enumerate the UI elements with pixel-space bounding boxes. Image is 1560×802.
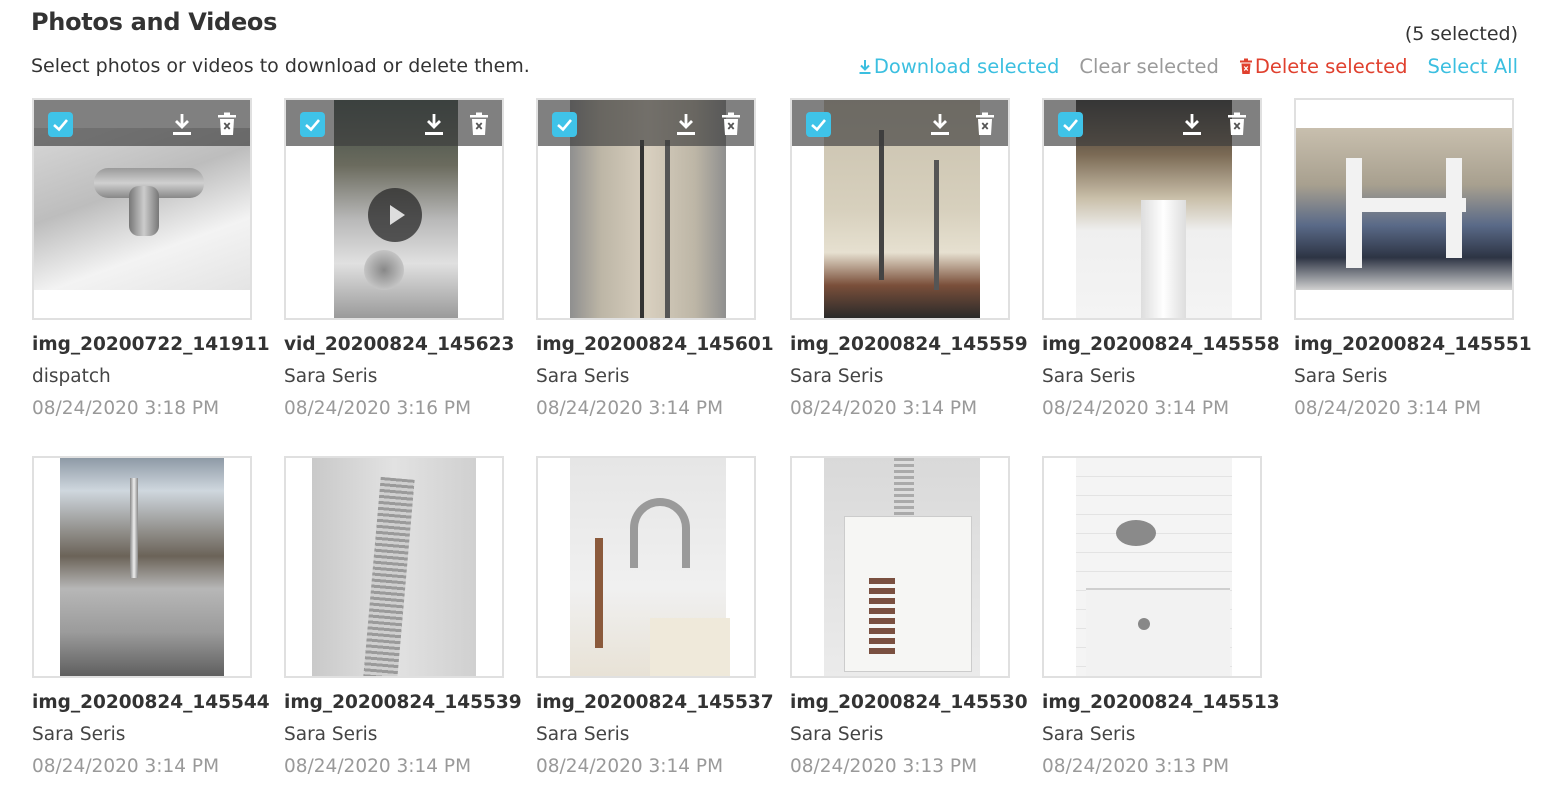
media-name: img_20200824_145558 bbox=[1042, 334, 1280, 355]
media-author: Sara Seris bbox=[1042, 366, 1136, 387]
media-thumbnail[interactable] bbox=[790, 456, 1010, 678]
download-icon[interactable] bbox=[675, 112, 697, 136]
download-icon[interactable] bbox=[1181, 112, 1203, 136]
clear-selected-button[interactable]: Clear selected bbox=[1079, 55, 1219, 78]
download-selected-button[interactable]: Download selected bbox=[858, 55, 1059, 78]
media-date: 08/24/2020 3:14 PM bbox=[32, 756, 220, 777]
media-date: 08/24/2020 3:14 PM bbox=[790, 398, 978, 419]
media-name: img_20200824_145551 bbox=[1294, 334, 1532, 355]
media-date: 08/24/2020 3:18 PM bbox=[32, 398, 220, 419]
media-author: Sara Seris bbox=[284, 366, 378, 387]
checkmark-icon bbox=[1063, 119, 1078, 132]
selected-count: (5 selected) bbox=[1404, 23, 1518, 45]
delete-selected-label: Delete selected bbox=[1254, 55, 1408, 78]
media-name: img_20200824_145544 bbox=[32, 692, 270, 713]
photo bbox=[1296, 128, 1512, 290]
media-tile: img_20200824_145539 Sara Seris 08/24/202… bbox=[284, 456, 522, 796]
media-author: Sara Seris bbox=[536, 366, 630, 387]
media-thumbnail[interactable] bbox=[1294, 98, 1514, 320]
media-tile: img_20200824_145558 Sara Seris 08/24/202… bbox=[1042, 98, 1280, 438]
media-name: vid_20200824_145623 bbox=[284, 334, 515, 355]
download-icon[interactable] bbox=[423, 112, 445, 136]
media-thumbnail[interactable] bbox=[536, 98, 756, 320]
media-tile: img_20200824_145513 Sara Seris 08/24/202… bbox=[1042, 456, 1280, 796]
media-tile: img_20200824_145559 Sara Seris 08/24/202… bbox=[790, 98, 1028, 438]
photo bbox=[570, 458, 730, 676]
download-selected-label: Download selected bbox=[873, 55, 1060, 78]
media-author: Sara Seris bbox=[32, 724, 126, 745]
checkbox-checked[interactable] bbox=[48, 112, 73, 137]
media-tile: img_20200824_145544 Sara Seris 08/24/202… bbox=[32, 456, 270, 796]
delete-selected-button[interactable]: Delete selected bbox=[1239, 55, 1408, 78]
checkbox-checked[interactable] bbox=[552, 112, 577, 137]
trash-icon[interactable] bbox=[217, 112, 237, 136]
media-tile: img_20200824_145601 Sara Seris 08/24/202… bbox=[536, 98, 774, 438]
media-thumbnail[interactable] bbox=[536, 456, 756, 678]
trash-icon[interactable] bbox=[975, 112, 995, 136]
photo bbox=[60, 458, 224, 676]
play-icon[interactable] bbox=[368, 188, 422, 242]
select-all-label: Select All bbox=[1427, 55, 1518, 78]
page-subtitle: Select photos or videos to download or d… bbox=[31, 55, 530, 77]
photo bbox=[34, 128, 250, 290]
checkmark-icon bbox=[557, 119, 572, 132]
media-tile: img_20200824_145551 Sara Seris 08/24/202… bbox=[1294, 98, 1532, 438]
checkmark-icon bbox=[53, 119, 68, 132]
checkbox-checked[interactable] bbox=[300, 112, 325, 137]
media-date: 08/24/2020 3:14 PM bbox=[284, 756, 472, 777]
checkbox-checked[interactable] bbox=[1058, 112, 1083, 137]
media-thumbnail[interactable] bbox=[32, 456, 252, 678]
trash-icon[interactable] bbox=[469, 112, 489, 136]
media-date: 08/24/2020 3:13 PM bbox=[1042, 756, 1230, 777]
media-date: 08/24/2020 3:14 PM bbox=[1294, 398, 1482, 419]
checkbox-checked[interactable] bbox=[806, 112, 831, 137]
media-tile: img_20200824_145537 Sara Seris 08/24/202… bbox=[536, 456, 774, 796]
photo bbox=[824, 458, 980, 676]
media-name: img_20200824_145537 bbox=[536, 692, 774, 713]
media-name: img_20200824_145513 bbox=[1042, 692, 1280, 713]
photo bbox=[1076, 458, 1232, 676]
page-title: Photos and Videos bbox=[31, 8, 278, 36]
media-name: img_20200824_145601 bbox=[536, 334, 774, 355]
media-date: 08/24/2020 3:14 PM bbox=[1042, 398, 1230, 419]
media-author: Sara Seris bbox=[1042, 724, 1136, 745]
media-name: img_20200824_145530 bbox=[790, 692, 1028, 713]
clear-selected-label: Clear selected bbox=[1079, 55, 1219, 78]
media-name: img_20200824_145559 bbox=[790, 334, 1028, 355]
media-date: 08/24/2020 3:16 PM bbox=[284, 398, 472, 419]
media-thumbnail[interactable] bbox=[1042, 456, 1262, 678]
media-date: 08/24/2020 3:14 PM bbox=[536, 756, 724, 777]
media-author: Sara Seris bbox=[536, 724, 630, 745]
checkmark-icon bbox=[305, 119, 320, 132]
media-tile: img_20200722_141911 dispatch 08/24/2020 … bbox=[32, 98, 270, 438]
media-thumbnail[interactable] bbox=[1042, 98, 1262, 320]
media-thumbnail[interactable] bbox=[790, 98, 1010, 320]
action-bar: Download selected Clear selected Delete … bbox=[858, 55, 1518, 78]
media-author: Sara Seris bbox=[1294, 366, 1388, 387]
trash-icon[interactable] bbox=[1227, 112, 1247, 136]
media-thumbnail[interactable] bbox=[284, 456, 504, 678]
checkmark-icon bbox=[811, 119, 826, 132]
media-author: Sara Seris bbox=[790, 366, 884, 387]
media-tile: img_20200824_145530 Sara Seris 08/24/202… bbox=[790, 456, 1028, 796]
media-thumbnail[interactable] bbox=[284, 98, 504, 320]
select-all-button[interactable]: Select All bbox=[1427, 55, 1518, 78]
download-icon[interactable] bbox=[171, 112, 193, 136]
media-author: Sara Seris bbox=[284, 724, 378, 745]
media-author: dispatch bbox=[32, 366, 111, 387]
media-thumbnail[interactable] bbox=[32, 98, 252, 320]
media-date: 08/24/2020 3:14 PM bbox=[536, 398, 724, 419]
media-author: Sara Seris bbox=[790, 724, 884, 745]
media-date: 08/24/2020 3:13 PM bbox=[790, 756, 978, 777]
photo bbox=[312, 458, 476, 676]
download-icon bbox=[859, 59, 871, 74]
media-tile: vid_20200824_145623 Sara Seris 08/24/202… bbox=[284, 98, 514, 438]
media-name: img_20200722_141911 bbox=[32, 334, 270, 355]
media-name: img_20200824_145539 bbox=[284, 692, 522, 713]
trash-icon[interactable] bbox=[721, 112, 741, 136]
download-icon[interactable] bbox=[929, 112, 951, 136]
trash-icon bbox=[1239, 58, 1252, 74]
